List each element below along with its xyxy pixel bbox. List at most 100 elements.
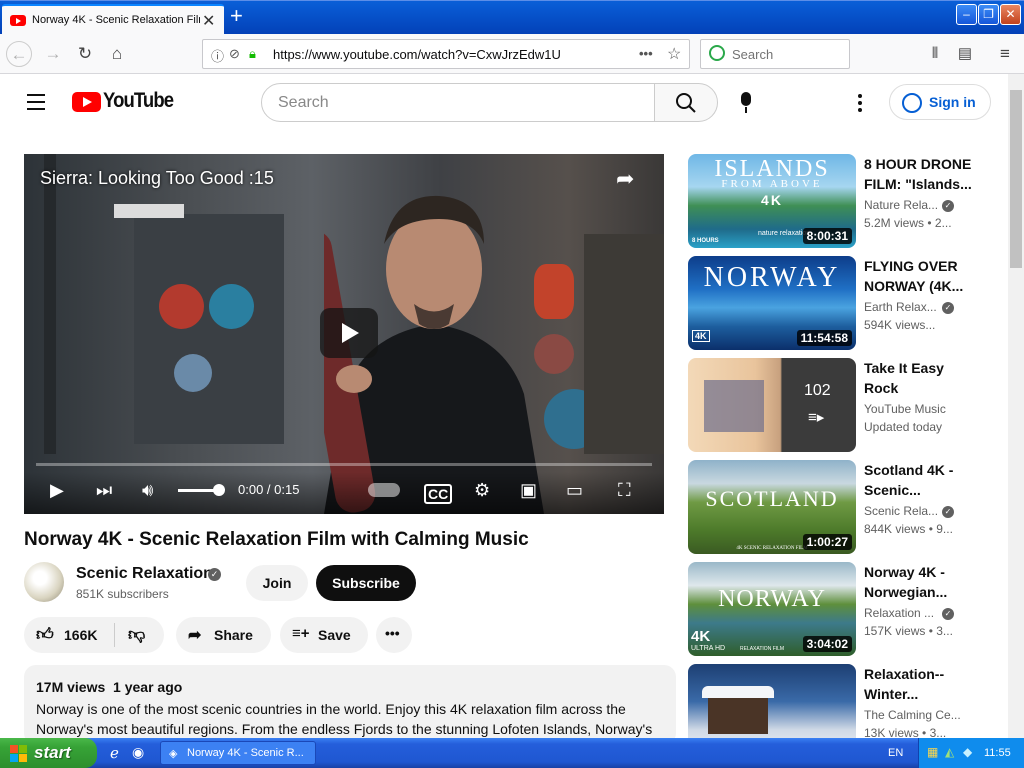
video-player[interactable]: Sierra: Looking Too Good :15 ➦ ▶ ⏭︎ 🔊︎ 0… (24, 154, 664, 514)
recommendation-item[interactable]: SCOTLAND 4K SCENIC RELAXATION FILM 1:00:… (688, 460, 988, 554)
home-button[interactable]: ⌂ (104, 41, 130, 67)
playlist-count: 102 (804, 382, 831, 399)
bookmark-star-icon[interactable]: ☆ (667, 44, 681, 64)
recommendation-channel[interactable]: Nature Rela... (864, 198, 938, 212)
recommendation-channel[interactable]: The Calming Ce... (864, 708, 961, 722)
fullscreen-icon[interactable]: ⛶ (618, 480, 631, 501)
volume-icon[interactable]: 🔊︎ (142, 480, 153, 501)
lock-icon[interactable]: 🔒︎ (249, 46, 256, 62)
playlist-thumbnail[interactable]: 102 ≡▸ (688, 358, 856, 452)
recommendation-title[interactable]: Scotland 4K - Scenic... (864, 460, 974, 500)
recommendation-title[interactable]: Take It Easy Rock (864, 358, 974, 398)
youtube-favicon-icon (10, 15, 26, 26)
thumbnail[interactable]: SCOTLAND 4K SCENIC RELAXATION FILM 1:00:… (688, 460, 856, 554)
dislike-icon[interactable]: 👎︎ (128, 624, 145, 645)
firefox-icon: ◈ (169, 748, 178, 760)
info-icon[interactable]: ⓘ (211, 46, 224, 65)
recommendation-item[interactable]: 102 ≡▸ Take It Easy Rock YouTube Music U… (688, 358, 988, 452)
recommendation-title[interactable]: Norway 4K - Norwegian... (864, 562, 974, 602)
save-button[interactable]: ≡+ Save (280, 617, 368, 653)
theater-mode-icon[interactable]: ▭ (566, 480, 583, 501)
recommendation-item[interactable]: NORWAY 4K 11:54:58 FLYING OVER NORWAY (4… (688, 256, 988, 350)
browser-tab[interactable]: Norway 4K - Scenic Relaxation Film ✕ (2, 4, 224, 35)
forward-button[interactable]: → (40, 41, 66, 67)
channel-avatar[interactable] (24, 562, 64, 602)
player-share-icon[interactable]: ➦ (616, 166, 634, 192)
recommendation-meta: 13K views • 3... (864, 726, 947, 738)
new-tab-button[interactable]: + (230, 5, 243, 27)
reload-button[interactable]: ↻ (72, 41, 98, 67)
minimize-window-button[interactable]: – (956, 4, 977, 25)
subscribe-button[interactable]: Subscribe (316, 565, 416, 601)
close-tab-icon[interactable]: ✕ (202, 11, 215, 31)
join-button[interactable]: Join (246, 565, 308, 601)
settings-kebab-icon[interactable] (858, 94, 862, 115)
progress-bar[interactable] (36, 463, 652, 466)
internet-explorer-icon[interactable]: ℯ (110, 744, 119, 762)
recommendation-channel[interactable]: Relaxation ... (864, 606, 934, 620)
share-button[interactable]: ➦ Share (176, 617, 271, 653)
like-icon[interactable]: 👍︎ (36, 624, 54, 645)
recommendation-item[interactable]: ISLANDS FROM ABOVE 4K 8 HOURS nature rel… (688, 154, 988, 248)
search-button[interactable] (654, 83, 718, 122)
captions-icon[interactable]: CC (424, 484, 453, 504)
large-play-button[interactable] (320, 308, 378, 358)
like-count[interactable]: 166K (64, 627, 97, 643)
tray-icon[interactable]: ▦ (927, 745, 938, 759)
recommendation-channel[interactable]: Scenic Rela... (864, 504, 938, 518)
recommendation-title[interactable]: 8 HOUR DRONE FILM: "Islands... (864, 154, 974, 194)
browser-search-field[interactable]: Search (700, 39, 850, 69)
scrollbar-thumb[interactable] (1010, 90, 1022, 268)
tray-icon[interactable]: ◭ (945, 745, 954, 759)
close-window-button[interactable]: ✕ (1000, 4, 1021, 25)
view-stats: 17M views 1 year ago (36, 679, 182, 695)
library-icon[interactable]: ⫴ (922, 41, 948, 67)
account-icon (902, 93, 922, 113)
thumbnail[interactable]: NORWAY 4K 11:54:58 (688, 256, 856, 350)
taskbar (0, 738, 1024, 768)
settings-gear-icon[interactable]: ⚙ (474, 480, 490, 501)
recommendation-title[interactable]: FLYING OVER NORWAY (4K... (864, 256, 974, 296)
search-input[interactable]: Search (261, 83, 655, 122)
voice-search-icon[interactable] (741, 92, 751, 113)
duration-badge: 3:04:02 (802, 636, 852, 652)
channel-name[interactable]: Scenic Relaxation (76, 565, 213, 583)
thumbnail[interactable] (688, 664, 856, 738)
back-button[interactable]: ← (6, 41, 32, 67)
description-box[interactable]: 17M views 1 year ago Norway is one of th… (24, 665, 676, 745)
browser-search-placeholder: Search (732, 47, 774, 62)
tracking-protection-icon[interactable]: ⊘ (229, 46, 240, 62)
next-icon[interactable]: ⏭︎ (96, 480, 112, 501)
thumbnail-badge: 4K (691, 628, 711, 645)
recommendation-item[interactable]: Relaxation-- Winter... The Calming Ce...… (688, 664, 988, 738)
menu-icon[interactable]: ≡ (992, 41, 1018, 67)
taskbar-window-button[interactable]: ◈ Norway 4K - Scenic R... (160, 741, 316, 765)
language-indicator[interactable]: EN (888, 747, 903, 759)
thumbnail[interactable]: NORWAY 4K ULTRA HD RELAXATION FILM 3:04:… (688, 562, 856, 656)
play-icon[interactable]: ▶ (50, 480, 64, 501)
tray-icon[interactable]: ◆ (963, 745, 972, 759)
video-overlay-title[interactable]: Sierra: Looking Too Good :15 (40, 168, 274, 189)
recommendation-item[interactable]: NORWAY 4K ULTRA HD RELAXATION FILM 3:04:… (688, 562, 988, 656)
miniplayer-icon[interactable]: ▣ (520, 480, 537, 501)
recommendation-title[interactable]: Relaxation-- Winter... (864, 664, 974, 704)
volume-handle[interactable] (213, 484, 226, 496)
sidebar-toggle-icon[interactable]: ▤ (952, 41, 978, 67)
recommendation-channel[interactable]: Earth Relax... (864, 300, 937, 314)
youtube-logo-icon[interactable] (72, 92, 101, 112)
autoplay-toggle[interactable] (368, 483, 400, 497)
start-button[interactable]: start (0, 738, 97, 768)
share-label: Share (214, 627, 253, 643)
verified-check-icon: ✓ (942, 608, 954, 620)
restore-window-button[interactable]: ❐ (978, 4, 999, 25)
firefox-quicklaunch-icon[interactable]: ◉ (132, 744, 144, 761)
youtube-logo-text[interactable]: YouTube (103, 89, 174, 113)
sign-in-button[interactable]: Sign in (889, 84, 991, 120)
page-actions-icon[interactable]: ••• (639, 46, 653, 61)
player-controls: ▶ ⏭︎ 🔊︎ 0:00 / 0:15 CC ⚙ ▣ ▭ ⛶ (24, 472, 664, 514)
more-actions-button[interactable]: ••• (376, 617, 412, 653)
recommendation-channel[interactable]: YouTube Music (864, 402, 946, 416)
thumbnail[interactable]: ISLANDS FROM ABOVE 4K 8 HOURS nature rel… (688, 154, 856, 248)
guide-menu-icon[interactable] (27, 94, 45, 115)
url-bar[interactable]: ⓘ ⊘ 🔒︎ https://www.youtube.com/watch?v=C… (202, 39, 690, 69)
